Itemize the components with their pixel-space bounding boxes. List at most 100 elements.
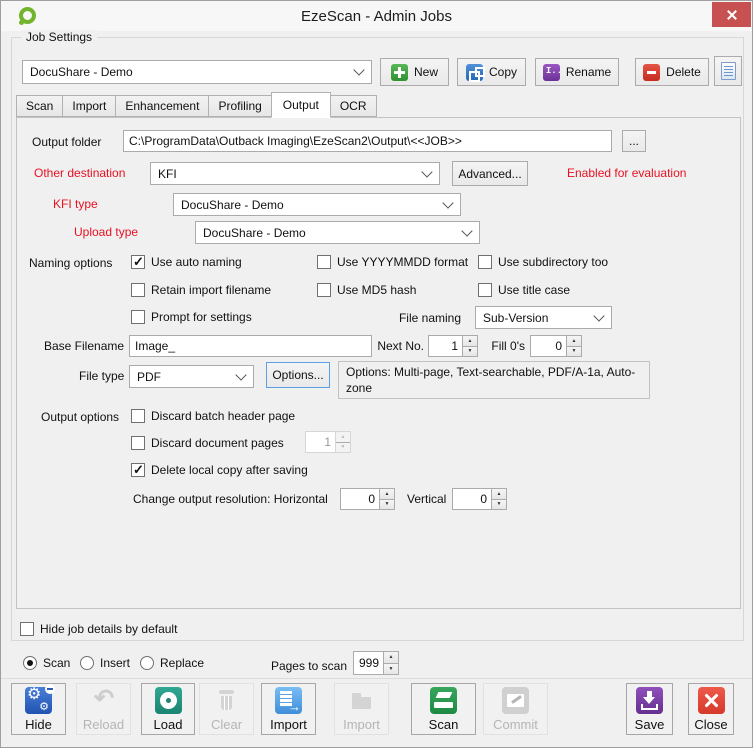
copy-button[interactable]: Copy [457,58,526,86]
spin-down-icon[interactable] [567,347,581,357]
file-naming-select[interactable]: Sub-Version [475,306,612,329]
spin-down-icon[interactable] [384,664,398,675]
checkbox-box[interactable] [20,622,34,636]
upload-type-select[interactable]: DocuShare - Demo [195,221,480,244]
resolution-label: Change output resolution: Horizontal [133,492,328,506]
checkbox-box[interactable] [131,310,145,324]
load-disc-icon [155,687,182,714]
checkbox-box[interactable] [317,255,331,269]
load-button[interactable]: Load [141,683,195,735]
chevron-down-icon [461,225,472,236]
tab-import[interactable]: Import [62,95,116,117]
checkbox-box[interactable] [478,283,492,297]
spin-up-icon [336,432,350,443]
checkbox-box[interactable] [131,409,145,423]
new-icon [391,64,408,81]
file-type-label: File type [79,369,124,383]
checkbox-delete-local-copy[interactable]: Delete local copy after saving [131,462,308,478]
checkbox-box[interactable] [131,463,145,477]
checkbox-use-subdirectory[interactable]: Use subdirectory too [478,254,608,270]
tab-ocr[interactable]: OCR [330,95,377,117]
checkbox-discard-batch-header[interactable]: Discard batch header page [131,408,295,424]
save-button[interactable]: Save [626,683,673,735]
checkbox-hide-job-details[interactable]: Hide job details by default [20,621,177,637]
tab-enhancement[interactable]: Enhancement [115,95,209,117]
job-details-button[interactable] [714,56,742,86]
checkbox-box[interactable] [131,283,145,297]
import-folder-icon [348,687,375,714]
radio-replace[interactable]: Replace [140,656,204,670]
spin-down-icon[interactable] [463,347,477,357]
reload-button: Reload [76,683,131,735]
browse-button[interactable]: ... [622,130,646,152]
spin-up-icon[interactable] [384,652,398,664]
radio-insert[interactable]: Insert [80,656,130,670]
chevron-down-icon [593,310,604,321]
chevron-down-icon [421,166,432,177]
job-settings-group: Job Settings DocuShare - Demo New Copy R… [11,37,744,641]
naming-options-label: Naming options [29,256,112,270]
chevron-down-icon [353,64,364,75]
pages-to-scan-spinner[interactable]: 999 [353,651,399,675]
fill-zeros-spinner[interactable]: 0 [530,335,582,357]
spin-down-icon[interactable] [492,500,506,510]
tab-scan[interactable]: Scan [16,95,63,117]
checkbox-use-title-case[interactable]: Use title case [478,282,570,298]
scan-button[interactable]: Scan [411,683,476,735]
checkbox-box[interactable] [131,255,145,269]
advanced-button[interactable]: Advanced... [452,161,528,186]
radio-circle[interactable] [80,656,94,670]
horizontal-resolution-spinner[interactable]: 0 [340,488,395,510]
radio-circle[interactable] [140,656,154,670]
kfi-type-select[interactable]: DocuShare - Demo [173,193,461,216]
spin-up-icon[interactable] [380,489,394,500]
job-selector[interactable]: DocuShare - Demo [22,60,372,84]
save-tray-icon [641,704,658,710]
save-icon [636,687,663,714]
window-close-button[interactable] [712,2,751,27]
spin-down-icon[interactable] [380,500,394,510]
rename-button[interactable]: Rename [535,58,619,86]
file-type-select[interactable]: PDF [129,365,254,388]
radio-scan[interactable]: Scan [23,656,70,670]
base-filename-input[interactable]: Image_ [129,335,372,357]
vertical-resolution-spinner[interactable]: 0 [452,488,507,510]
options-button[interactable]: Options... [266,362,330,388]
upload-type-label: Upload type [74,225,138,239]
checkbox-box[interactable] [478,255,492,269]
other-destination-select[interactable]: KFI [150,162,440,185]
checkbox-box[interactable] [317,283,331,297]
other-destination-label: Other destination [34,166,125,180]
tab-profiling[interactable]: Profiling [208,95,271,117]
delete-icon [643,64,660,81]
tab-strip: Scan Import Enhancement Profiling Output… [16,91,376,117]
spin-up-icon[interactable] [492,489,506,500]
close-button[interactable]: Close [688,683,734,735]
tab-output[interactable]: Output [271,92,331,118]
checkbox-box[interactable] [131,436,145,450]
gears-icon [25,687,52,714]
checkbox-discard-document-pages[interactable]: Discard document pages [131,435,284,451]
new-button[interactable]: New [380,58,449,86]
import-button[interactable]: Import [261,683,316,735]
spin-up-icon[interactable] [567,336,581,347]
checkbox-use-yyyymmdd[interactable]: Use YYYYMMDD format [317,254,468,270]
checkbox-prompt-for-settings[interactable]: Prompt for settings [131,309,252,325]
radio-circle[interactable] [23,656,37,670]
checkbox-use-md5-hash[interactable]: Use MD5 hash [317,282,416,298]
output-options-label: Output options [41,410,119,424]
checkbox-use-auto-naming[interactable]: Use auto naming [131,254,242,270]
commit-icon [502,687,529,714]
checkbox-retain-import-filename[interactable]: Retain import filename [131,282,271,298]
pages-to-scan-label: Pages to scan [263,659,347,673]
toolbar-separator [1,678,752,679]
hide-button[interactable]: Hide [11,683,66,735]
kfi-type-label: KFI type [53,197,98,211]
next-no-spinner[interactable]: 1 [428,335,478,357]
spin-up-icon[interactable] [463,336,477,347]
group-title: Job Settings [21,30,97,44]
trash-icon [213,687,240,714]
output-folder-input[interactable]: C:\ProgramData\Outback Imaging\EzeScan2\… [123,130,612,152]
delete-button[interactable]: Delete [635,58,709,86]
rename-icon [543,64,560,81]
